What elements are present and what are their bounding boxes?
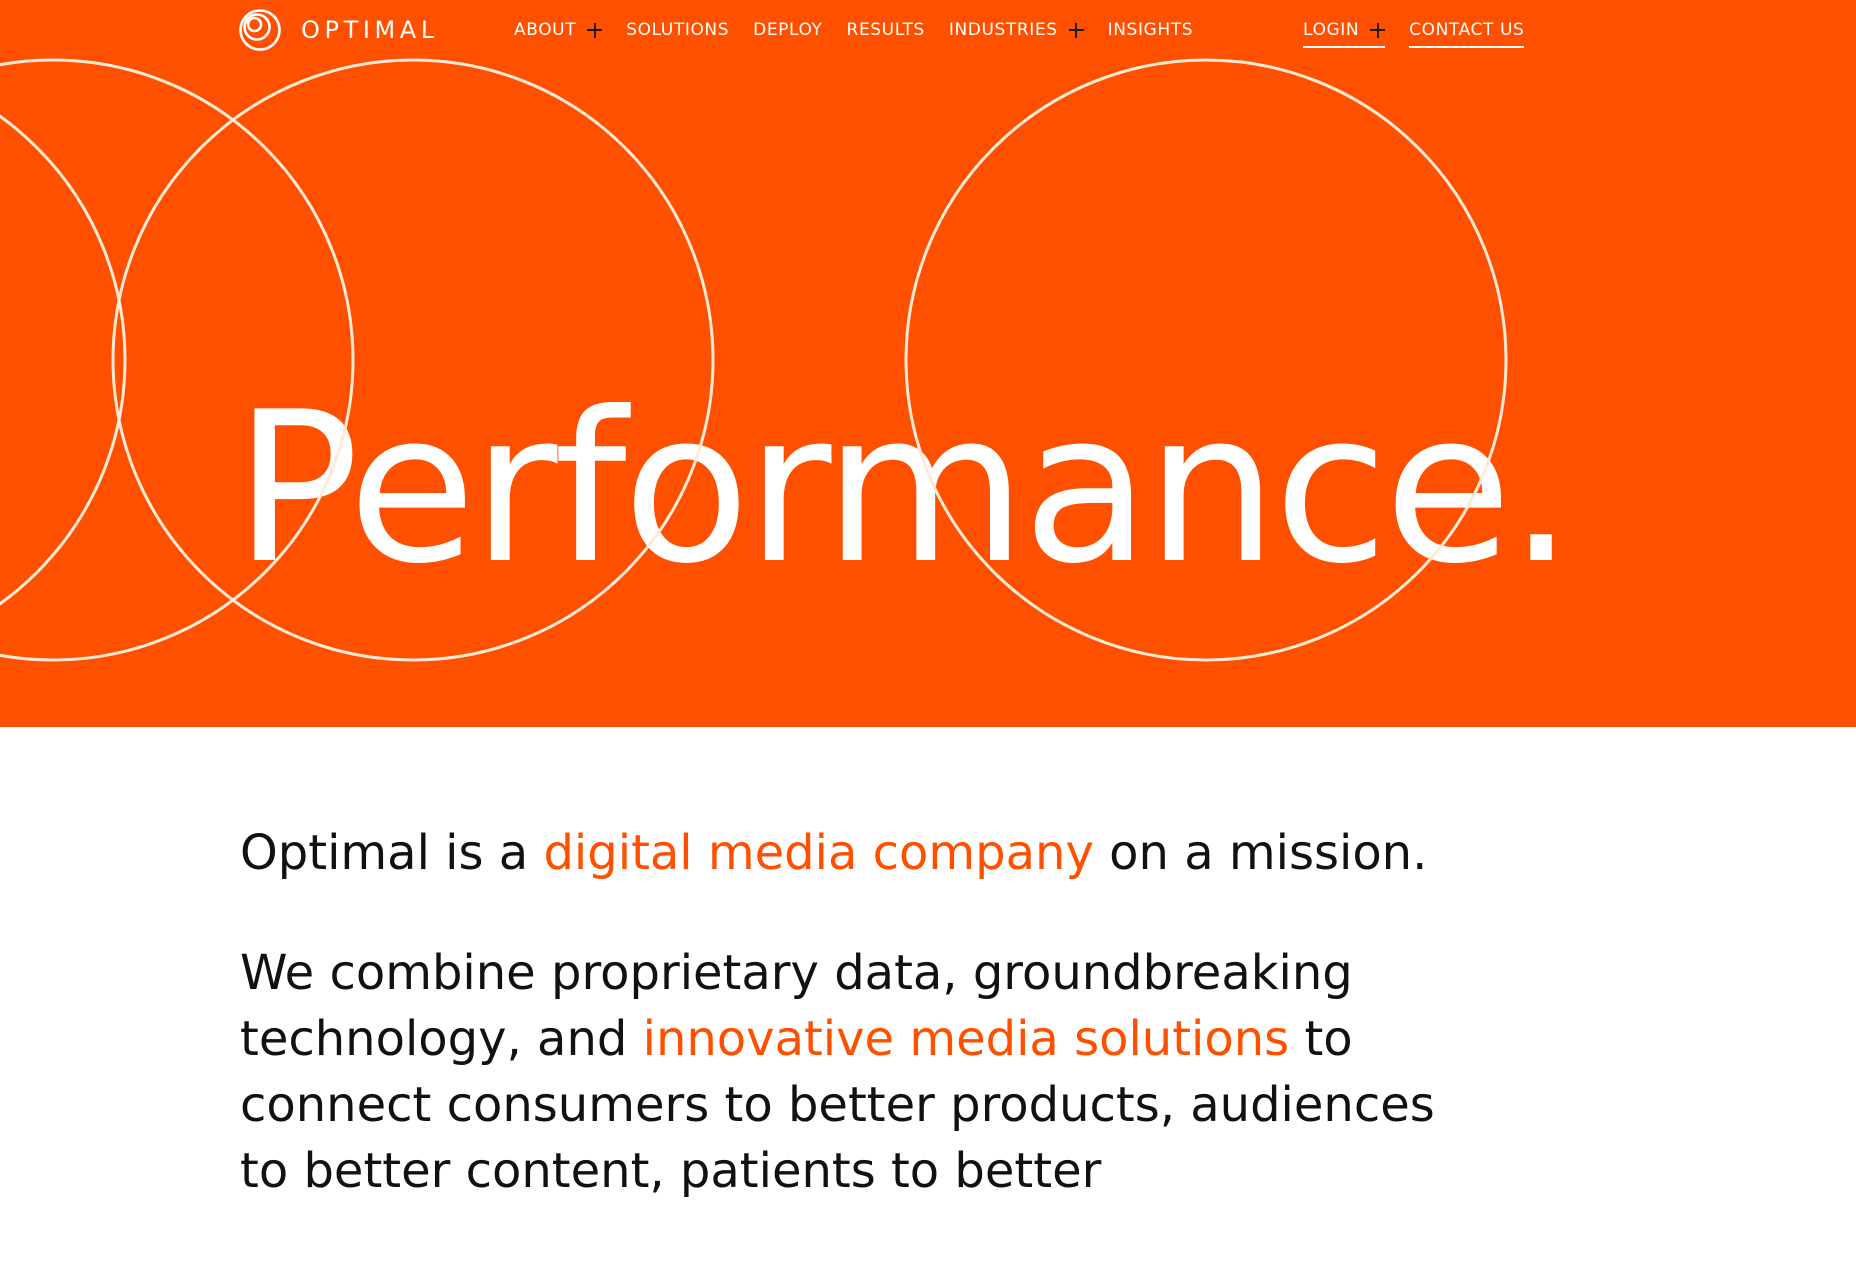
nav-item-industries[interactable]: INDUSTRIES — [949, 18, 1084, 42]
nav-item-label: DEPLOY — [753, 20, 823, 40]
nav-item-label: INSIGHTS — [1107, 20, 1194, 40]
innovative-media-solutions-link[interactable]: innovative media solutions — [643, 1011, 1290, 1067]
nav-item-label: ABOUT — [514, 20, 577, 40]
contact-us-label: CONTACT US — [1409, 20, 1525, 40]
nav-item-label: SOLUTIONS — [626, 20, 730, 40]
hero-headline: Performance. — [234, 368, 1574, 610]
intro-text: on a mission. — [1093, 825, 1428, 881]
hero-banner: Performance. OPTIMAL ABOUT SOLUTIONS DEP… — [0, 0, 1856, 727]
intro-section: Optimal is a digital media company on a … — [240, 820, 1480, 1204]
intro-text: Optimal is a — [240, 825, 544, 881]
decorative-circles — [0, 58, 1508, 662]
optimal-logo-icon — [239, 9, 281, 51]
contact-us-link[interactable]: CONTACT US — [1409, 18, 1525, 48]
logo-wordmark: OPTIMAL — [301, 16, 439, 44]
plus-icon[interactable] — [587, 22, 603, 38]
nav-item-insights[interactable]: INSIGHTS — [1108, 18, 1193, 42]
account-links: LOGIN CONTACT US — [1303, 18, 1525, 48]
nav-item-about[interactable]: ABOUT — [514, 18, 603, 42]
nav-item-results[interactable]: RESULTS — [847, 18, 925, 42]
main-menu: ABOUT SOLUTIONS DEPLOY RESULTS INDUSTRIE… — [514, 18, 1193, 42]
login-link[interactable]: LOGIN — [1303, 18, 1386, 48]
plus-icon[interactable] — [1370, 22, 1386, 38]
nav-item-label: INDUSTRIES — [948, 20, 1058, 40]
intro-paragraph: Optimal is a digital media company on a … — [240, 820, 1480, 886]
nav-item-solutions[interactable]: SOLUTIONS — [626, 18, 729, 42]
mission-paragraph: We combine proprietary data, groundbreak… — [240, 940, 1480, 1204]
nav-item-deploy[interactable]: DEPLOY — [753, 18, 822, 42]
logo-link[interactable]: OPTIMAL — [238, 8, 439, 52]
digital-media-company-link[interactable]: digital media company — [543, 825, 1093, 881]
nav-item-label: RESULTS — [846, 20, 925, 40]
top-navigation: OPTIMAL ABOUT SOLUTIONS DEPLOY RESULTS I… — [0, 0, 1856, 60]
login-label: LOGIN — [1303, 20, 1360, 40]
plus-icon[interactable] — [1068, 22, 1084, 38]
decorative-circle — [0, 114, 127, 606]
